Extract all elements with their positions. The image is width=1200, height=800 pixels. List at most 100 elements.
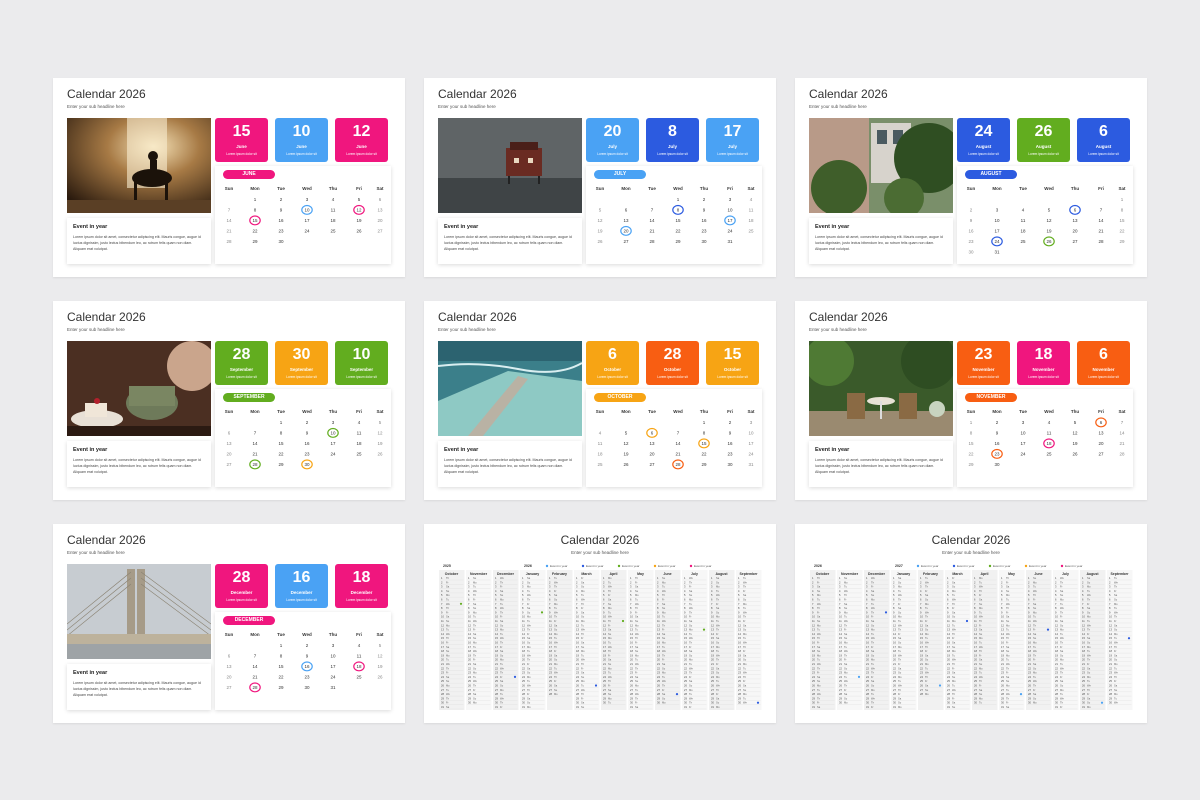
calendar-day[interactable]: 22 [968,452,974,457]
calendar-day[interactable]: 14 [252,441,258,446]
calendar-day[interactable]: 19 [377,441,383,446]
calendar-day[interactable]: 26 [1046,239,1052,244]
calendar-day[interactable]: 10 [330,431,336,436]
calendar-day[interactable]: 10 [304,208,310,213]
calendar-day[interactable]: 12 [356,208,362,213]
calendar-day[interactable]: 23 [701,229,707,234]
year-overview-slide[interactable]: Calendar 2026 Enter your sub headline her… [424,524,776,723]
calendar-day[interactable]: 24 [748,452,754,457]
calendar-day[interactable]: 22 [278,675,284,680]
calendar-day[interactable]: 7 [254,431,257,436]
calendar-day[interactable]: 18 [330,218,336,223]
calendar-day[interactable]: 13 [623,218,629,223]
calendar-day[interactable]: 2 [729,420,732,425]
calendar-day[interactable]: 21 [252,675,258,680]
calendar-day[interactable]: 12 [1046,218,1052,223]
calendar-day[interactable]: 14 [649,218,655,223]
calendar-day[interactable]: 23 [727,452,733,457]
calendar-day[interactable]: 10 [727,208,733,213]
calendar-day[interactable]: 12 [377,431,383,436]
calendar-day[interactable]: 28 [649,239,655,244]
calendar-day[interactable]: 25 [356,675,362,680]
calendar-day[interactable]: 11 [1021,218,1026,223]
calendar-day[interactable]: 30 [701,239,707,244]
calendar-day[interactable]: 3 [332,643,335,648]
calendar-day[interactable]: 4 [1048,420,1051,425]
calendar-day[interactable]: 30 [278,239,284,244]
calendar-day[interactable]: 27 [1098,452,1104,457]
calendar-day[interactable]: 3 [306,197,309,202]
calendar-day[interactable]: 17 [1020,441,1026,446]
calendar-day[interactable]: 26 [1072,452,1078,457]
calendar-day[interactable]: 14 [675,441,681,446]
calendar-day[interactable]: 17 [304,218,310,223]
calendar-day[interactable]: 11 [331,208,336,213]
calendar-day[interactable]: 28 [1119,452,1125,457]
calendar-day[interactable]: 13 [649,441,655,446]
calendar-day[interactable]: 1 [677,197,680,202]
calendar-day[interactable]: 20 [226,675,232,680]
calendar-day[interactable]: 11 [357,431,362,436]
month-slide[interactable]: Calendar 2026 Enter your sub headline he… [795,78,1147,277]
calendar-day[interactable]: 19 [623,452,629,457]
calendar-day[interactable]: 16 [727,441,733,446]
month-slide[interactable]: Calendar 2026 Enter your sub headline he… [53,301,405,500]
calendar-day[interactable]: 11 [749,208,754,213]
calendar-day[interactable]: 19 [377,664,383,669]
calendar-day[interactable]: 9 [306,654,309,659]
calendar-day[interactable]: 12 [1072,431,1078,436]
calendar-day[interactable]: 25 [597,462,603,467]
calendar-day[interactable]: 27 [649,462,655,467]
calendar-day[interactable]: 19 [356,218,362,223]
calendar-day[interactable]: 13 [226,441,232,446]
calendar-day[interactable]: 4 [750,197,753,202]
calendar-day[interactable]: 31 [727,239,733,244]
calendar-day[interactable]: 24 [330,452,336,457]
calendar-day[interactable]: 20 [623,229,629,234]
calendar-day[interactable]: 7 [228,208,231,213]
calendar-day[interactable]: 18 [748,218,754,223]
calendar-day[interactable]: 17 [994,229,1000,234]
calendar-day[interactable]: 5 [599,208,602,213]
calendar-day[interactable]: 21 [649,229,655,234]
calendar-day[interactable]: 8 [1121,208,1124,213]
calendar-day[interactable]: 21 [675,452,681,457]
calendar-day[interactable]: 26 [377,675,383,680]
calendar-day[interactable]: 15 [278,441,284,446]
month-slide[interactable]: Calendar 2026 Enter your sub headline he… [424,78,776,277]
calendar-day[interactable]: 14 [252,664,258,669]
calendar-day[interactable]: 2 [306,643,309,648]
calendar-day[interactable]: 29 [968,462,974,467]
calendar-day[interactable]: 21 [252,452,258,457]
calendar-day[interactable]: 4 [599,431,602,436]
calendar-day[interactable]: 29 [278,685,284,690]
calendar-day[interactable]: 1 [254,197,257,202]
calendar-day[interactable]: 18 [356,664,362,669]
calendar-day[interactable]: 5 [379,643,382,648]
calendar-day[interactable]: 8 [677,208,680,213]
calendar-day[interactable]: 9 [306,431,309,436]
calendar-day[interactable]: 19 [597,229,603,234]
calendar-day[interactable]: 15 [675,218,681,223]
calendar-day[interactable]: 10 [748,431,754,436]
calendar-day[interactable]: 1 [1121,197,1124,202]
calendar-day[interactable]: 15 [278,664,284,669]
month-slide[interactable]: Calendar 2026 Enter your sub headline he… [53,524,405,723]
calendar-day[interactable]: 6 [625,208,628,213]
calendar-day[interactable]: 31 [748,462,754,467]
calendar-day[interactable]: 16 [701,218,707,223]
calendar-day[interactable]: 27 [226,685,232,690]
calendar-day[interactable]: 30 [968,250,974,255]
calendar-day[interactable]: 11 [598,441,603,446]
calendar-day[interactable]: 15 [701,441,707,446]
calendar-day[interactable]: 30 [304,462,310,467]
calendar-day[interactable]: 19 [1072,441,1078,446]
calendar-day[interactable]: 4 [1022,208,1025,213]
month-slide[interactable]: Calendar 2026 Enter your sub headline he… [424,301,776,500]
calendar-day[interactable]: 22 [701,452,707,457]
calendar-day[interactable]: 9 [996,431,999,436]
calendar-day[interactable]: 14 [1098,218,1104,223]
calendar-day[interactable]: 24 [1020,452,1026,457]
calendar-day[interactable]: 8 [280,431,283,436]
calendar-day[interactable]: 26 [377,452,383,457]
